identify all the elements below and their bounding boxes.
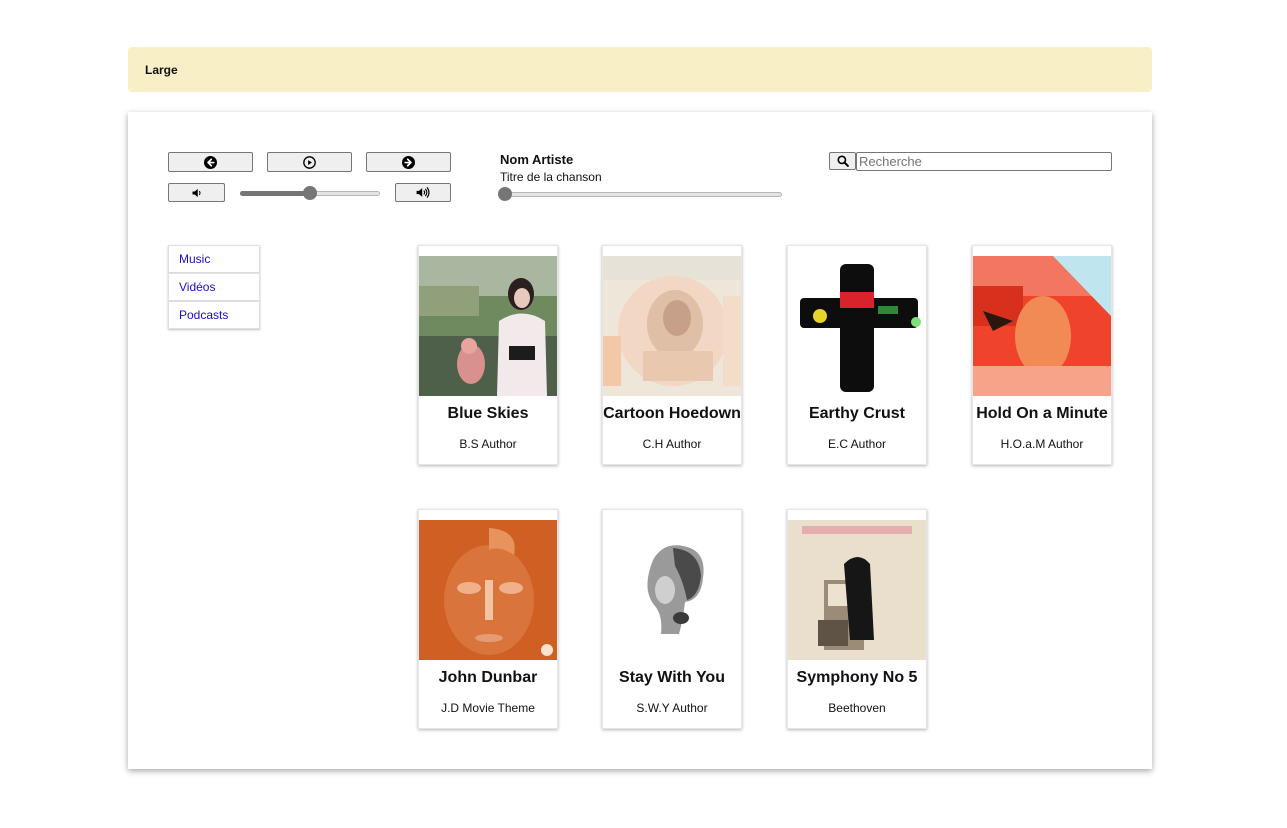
album-author: C.H Author <box>642 437 702 451</box>
search-input[interactable] <box>856 152 1112 171</box>
album-author: Beethoven <box>828 701 886 715</box>
album-title: Blue Skies <box>447 405 529 422</box>
volume-down-button[interactable] <box>168 183 225 202</box>
album-cover-image <box>973 256 1111 396</box>
volume-slider-fill <box>240 191 310 196</box>
volume-up-icon <box>416 186 430 199</box>
seek-slider-thumb[interactable] <box>498 187 512 201</box>
album-author: E.C Author <box>827 437 887 451</box>
album-card[interactable]: Hold On a Minute H.O.a.M Author <box>972 245 1112 465</box>
media-panel: Nom Artiste Titre de la chanson Music Vi… <box>128 112 1152 769</box>
nav-item-label: Vidéos <box>179 280 216 294</box>
nav-item-videos[interactable]: Vidéos <box>168 273 260 301</box>
nav-item-label: Music <box>179 252 211 266</box>
album-card[interactable]: John Dunbar J.D Movie Theme <box>418 509 558 729</box>
play-circle-icon <box>303 155 316 169</box>
album-card[interactable]: Cartoon Hoedown C.H Author <box>602 245 742 465</box>
seek-slider-track <box>498 192 782 197</box>
album-title: Stay With You <box>619 669 725 686</box>
album-card[interactable]: Stay With You S.W.Y Author <box>602 509 742 729</box>
category-nav: Music Vidéos Podcasts <box>168 245 260 329</box>
album-author: S.W.Y Author <box>636 701 708 715</box>
size-banner: Large <box>128 47 1152 92</box>
next-button[interactable] <box>366 152 451 172</box>
search-button[interactable] <box>829 152 856 170</box>
volume-slider-thumb[interactable] <box>303 186 317 200</box>
album-cover-image <box>788 520 926 660</box>
album-cover-image <box>603 520 741 660</box>
volume-slider[interactable] <box>240 186 380 200</box>
volume-up-button[interactable] <box>395 183 451 202</box>
nav-item-label: Podcasts <box>179 308 229 322</box>
album-title: Hold On a Minute <box>976 405 1108 422</box>
artist-name: Nom Artiste <box>500 152 574 167</box>
album-card[interactable]: Symphony No 5 Beethoven <box>787 509 927 729</box>
play-button[interactable] <box>267 152 352 172</box>
album-cover-image <box>419 256 557 396</box>
album-card[interactable]: Blue Skies B.S Author <box>418 245 558 465</box>
previous-button[interactable] <box>168 152 253 172</box>
album-author: H.O.a.M Author <box>1000 437 1084 451</box>
search-icon <box>836 155 849 167</box>
song-title: Titre de la chanson <box>500 170 602 184</box>
album-author: J.D Movie Theme <box>441 701 535 715</box>
album-cover-image <box>788 256 926 396</box>
album-cover-image <box>419 520 557 660</box>
arrow-left-circle-icon <box>204 155 217 169</box>
album-cover-image <box>603 256 741 396</box>
album-title: Symphony No 5 <box>796 669 918 686</box>
album-title: Earthy Crust <box>808 405 906 422</box>
size-banner-label: Large <box>145 62 178 77</box>
nav-item-music[interactable]: Music <box>168 245 260 273</box>
album-title: John Dunbar <box>438 669 538 686</box>
album-title: Cartoon Hoedown <box>603 405 741 422</box>
volume-down-icon <box>192 188 201 197</box>
album-author: B.S Author <box>459 437 517 451</box>
seek-slider[interactable] <box>498 187 782 201</box>
arrow-right-circle-icon <box>402 155 415 169</box>
nav-item-podcasts[interactable]: Podcasts <box>168 301 260 329</box>
album-card[interactable]: Earthy Crust E.C Author <box>787 245 927 465</box>
